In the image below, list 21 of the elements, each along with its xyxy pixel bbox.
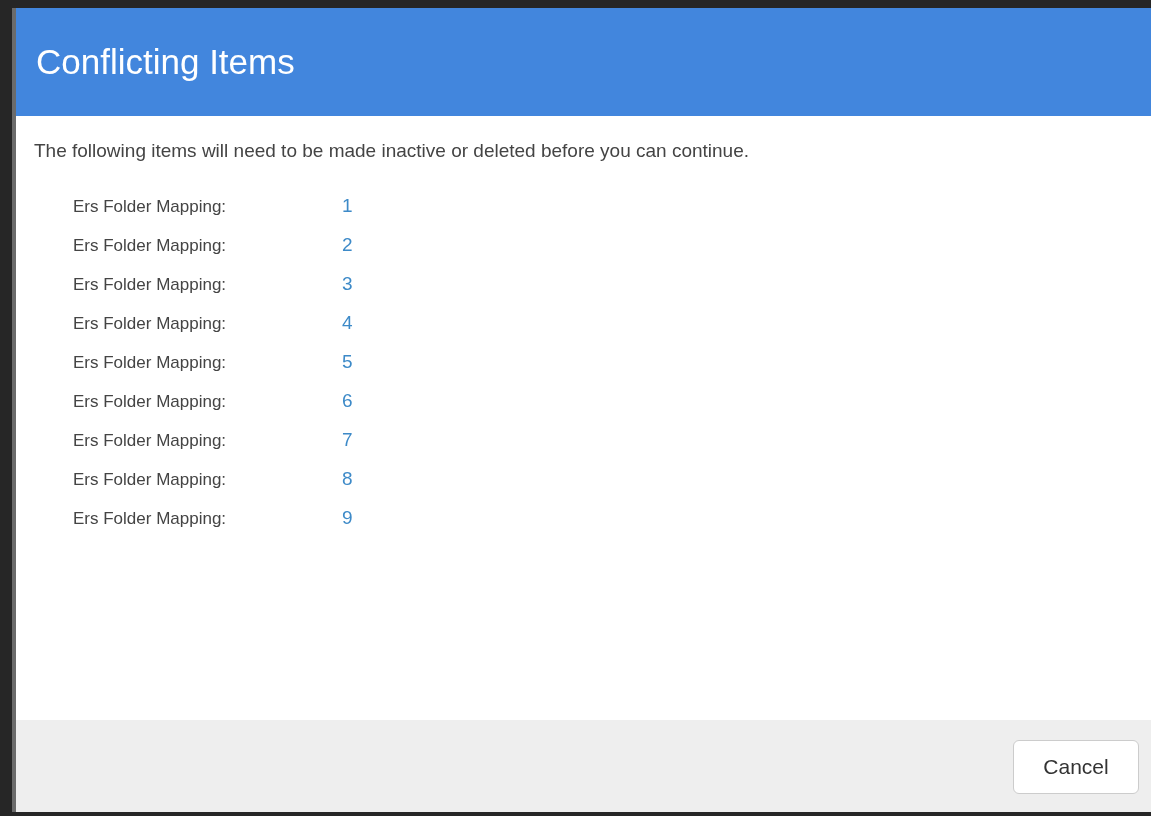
item-label: Ers Folder Mapping: — [73, 275, 228, 295]
item-label: Ers Folder Mapping: — [73, 197, 228, 217]
item-link[interactable]: 6 — [342, 390, 353, 412]
dialog-title: Conflicting Items — [36, 42, 295, 82]
item-link[interactable]: 7 — [342, 429, 353, 451]
item-link[interactable]: 9 — [342, 507, 353, 529]
item-link[interactable]: 8 — [342, 468, 353, 490]
item-link[interactable]: 1 — [342, 195, 353, 217]
item-label: Ers Folder Mapping: — [73, 236, 228, 256]
item-label: Ers Folder Mapping: — [73, 509, 228, 529]
message-text: The following items will need to be made inactive or deleted before you can continue. — [34, 140, 751, 162]
item-link[interactable]: 3 — [342, 273, 353, 295]
item-label: Ers Folder Mapping: — [73, 392, 228, 412]
item-label: Ers Folder Mapping: — [73, 353, 228, 373]
item-link[interactable]: 4 — [342, 312, 353, 334]
cancel-button[interactable]: Cancel — [1013, 740, 1139, 794]
item-label: Ers Folder Mapping: — [73, 470, 228, 490]
item-label: Ers Folder Mapping: — [73, 431, 228, 451]
item-link[interactable]: 2 — [342, 234, 353, 256]
item-link[interactable]: 5 — [342, 351, 353, 373]
item-label: Ers Folder Mapping: — [73, 314, 228, 334]
